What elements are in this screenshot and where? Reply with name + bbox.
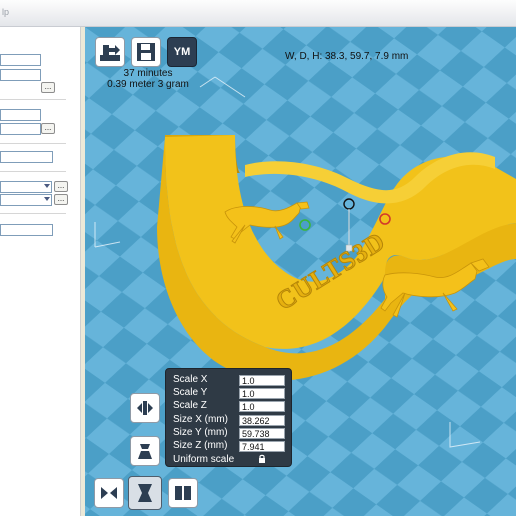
- separator: [0, 99, 66, 100]
- youmagine-button[interactable]: YM: [167, 37, 197, 67]
- scale-tool-button[interactable]: [128, 476, 162, 510]
- settings-panel: ... ... ... ...: [0, 27, 84, 516]
- scale-y-input[interactable]: 1.0: [239, 388, 285, 399]
- browse-button-3[interactable]: ...: [54, 181, 68, 192]
- load-model-button[interactable]: [95, 37, 125, 67]
- setting-field-4[interactable]: [0, 123, 41, 135]
- cura-window: lp ... ... ... ... CULTS3D YM 37 minutes…: [0, 0, 516, 516]
- window-title: lp: [2, 7, 10, 17]
- save-toolpath-button[interactable]: [131, 37, 161, 67]
- setting-select-1[interactable]: [0, 181, 52, 193]
- browse-button-2[interactable]: ...: [41, 123, 55, 134]
- save-toolpath-icon: [137, 43, 155, 61]
- load-model-icon: [100, 45, 120, 61]
- separator: [0, 171, 66, 172]
- panel-splitter[interactable]: [80, 27, 84, 516]
- rotate-tool-icon: [138, 444, 152, 459]
- browse-button-4[interactable]: ...: [54, 194, 68, 205]
- browse-button-1[interactable]: ...: [41, 82, 55, 93]
- mirror-tool-icon: [175, 486, 191, 500]
- chevron-down-icon: [44, 197, 50, 201]
- size-z-label: Size Z (mm): [173, 440, 228, 451]
- uniform-scale-label: Uniform scale: [173, 454, 235, 465]
- print-estimate: 37 minutes 0.39 meter 3 gram: [93, 68, 203, 90]
- setting-field-3[interactable]: [0, 109, 41, 121]
- setting-field-1[interactable]: [0, 54, 41, 66]
- chevron-down-icon: [44, 184, 50, 188]
- lay-flat-button[interactable]: [130, 393, 160, 423]
- lay-flat-icon: [137, 401, 153, 415]
- scale-panel: Scale X 1.0 Scale Y 1.0 Scale Z 1.0 Size…: [165, 368, 292, 467]
- model-dimensions: W, D, H: 38.3, 59.7, 7.9 mm: [285, 51, 409, 62]
- print-material: 0.39 meter 3 gram: [107, 79, 189, 90]
- 3d-viewport[interactable]: CULTS3D YM 37 minutes 0.39 meter 3 gram …: [85, 27, 516, 516]
- scale-x-label: Scale X: [173, 374, 208, 385]
- size-x-label: Size X (mm): [173, 414, 228, 425]
- youmagine-label: YM: [173, 46, 191, 58]
- rotate-tool-button[interactable]: [130, 436, 160, 466]
- setting-field-6[interactable]: [0, 224, 53, 236]
- scale-x-input[interactable]: 1.0: [239, 375, 285, 386]
- print-time: 37 minutes: [123, 68, 173, 79]
- scale-max-icon: [101, 487, 117, 499]
- scale-z-input[interactable]: 1.0: [239, 401, 285, 412]
- setting-field-2[interactable]: [0, 69, 41, 81]
- scale-max-button[interactable]: [94, 478, 124, 508]
- size-y-input[interactable]: 59.738: [239, 428, 285, 439]
- mirror-tool-button[interactable]: [168, 478, 198, 508]
- separator: [0, 213, 66, 214]
- separator: [0, 143, 66, 144]
- lock-icon[interactable]: [257, 454, 267, 464]
- size-y-label: Size Y (mm): [173, 427, 228, 438]
- setting-select-2[interactable]: [0, 194, 52, 206]
- scale-y-label: Scale Y: [173, 387, 208, 398]
- size-x-input[interactable]: 38.262: [239, 415, 285, 426]
- title-bar: lp: [0, 0, 516, 27]
- scale-z-label: Scale Z: [173, 400, 207, 411]
- scale-tool-icon: [138, 484, 152, 502]
- size-z-input[interactable]: 7.941: [239, 441, 285, 452]
- setting-field-5[interactable]: [0, 151, 53, 163]
